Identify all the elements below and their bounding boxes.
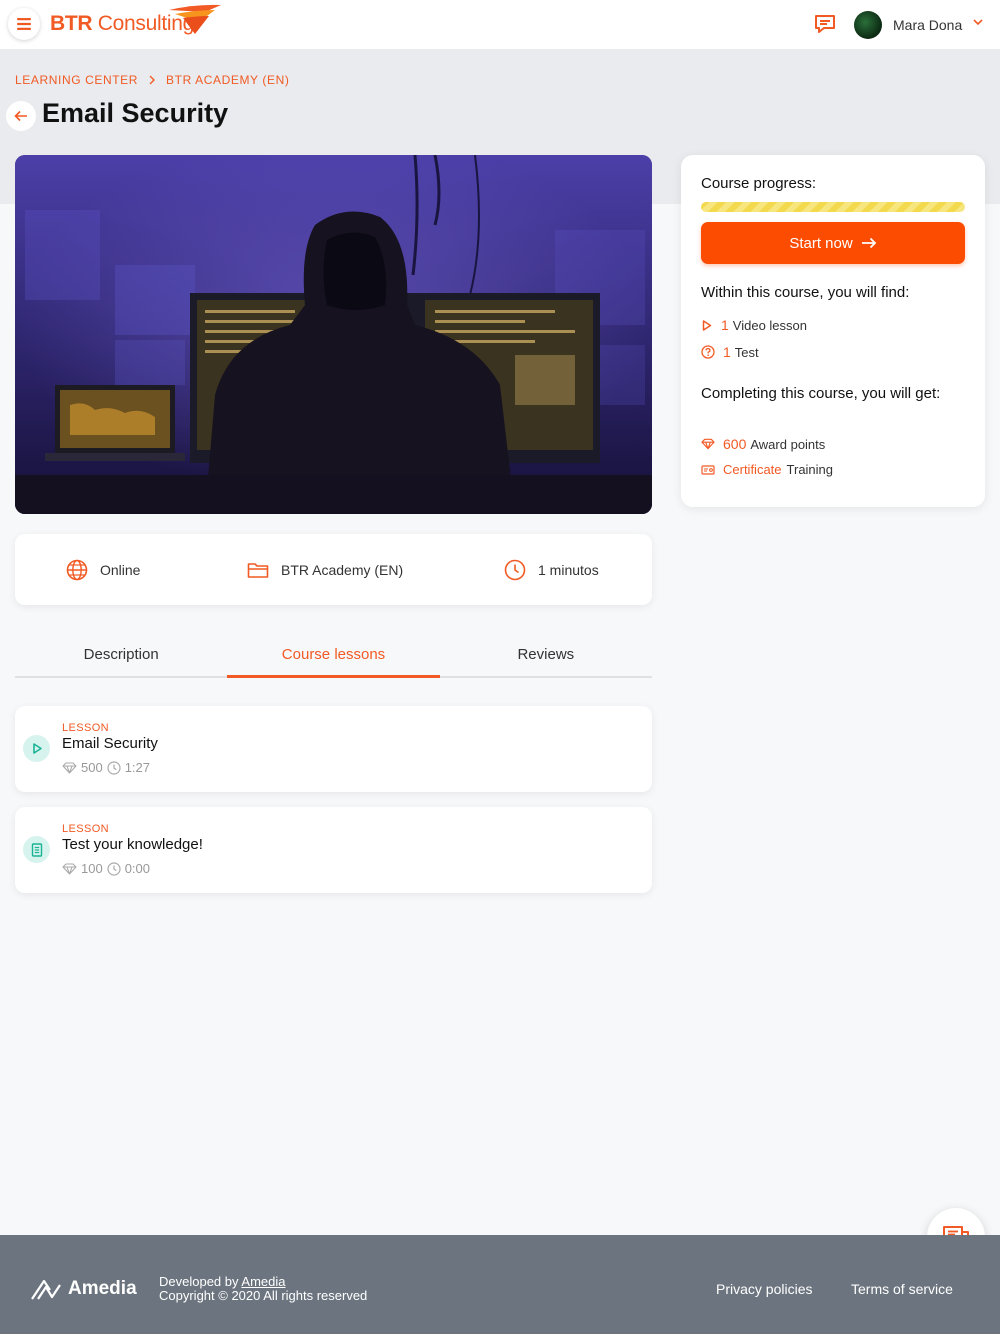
btr-logo[interactable]: BTR Consulting xyxy=(50,4,221,44)
chevron-right-icon xyxy=(149,75,156,85)
lesson-tag: LESSON xyxy=(62,823,110,835)
test-label: Test xyxy=(734,344,759,360)
meta-academy-text: BTR Academy (EN) xyxy=(281,561,404,578)
folder-icon xyxy=(247,562,269,578)
lesson-item[interactable]: LESSON Email Security 500 1:27 xyxy=(15,706,652,792)
amedia-brand: Amedia xyxy=(68,1278,137,1299)
back-button[interactable] xyxy=(6,101,36,131)
progress-bar xyxy=(701,202,965,212)
lesson-title: Email Security xyxy=(62,735,158,752)
lesson-points: 100 xyxy=(81,861,103,876)
document-icon xyxy=(23,836,50,863)
arrow-left-icon xyxy=(14,110,27,122)
play-icon xyxy=(23,735,50,762)
course-progress-card: Course progress: Start now Within this c… xyxy=(681,155,985,507)
start-now-label: Start now xyxy=(789,234,853,252)
arrow-right-icon xyxy=(861,237,876,249)
feature-certificate: Certificate Training xyxy=(701,462,833,477)
menu-button[interactable] xyxy=(8,8,40,40)
privacy-link[interactable]: Privacy policies xyxy=(716,1281,812,1297)
amedia-logo[interactable]: Amedia xyxy=(30,1277,137,1301)
course-tabs: Description Course lessons Reviews xyxy=(15,636,652,678)
lesson-time: 1:27 xyxy=(124,760,151,775)
start-now-button[interactable]: Start now xyxy=(701,222,965,264)
copyright-text: Copyright © 2020 All rights reserved xyxy=(159,1288,368,1303)
logo-bold: BTR xyxy=(50,12,93,35)
lesson-item[interactable]: LESSON Test your knowledge! 100 0:00 xyxy=(15,807,652,893)
meta-duration: 1 minutos xyxy=(504,534,599,605)
meta-mode: Online xyxy=(66,534,140,605)
clock-icon xyxy=(504,559,526,580)
completing-label: Completing this course, you will get: xyxy=(701,385,941,402)
chevron-down-icon[interactable] xyxy=(972,17,984,27)
diamond-icon xyxy=(62,862,77,875)
developer-credit: Developed by Amedia Copyright © 2020 All… xyxy=(159,1275,367,1303)
award-points-label: Award points xyxy=(750,436,826,452)
course-cover-image xyxy=(15,155,652,514)
tab-reviews[interactable]: Reviews xyxy=(440,636,652,676)
clock-icon xyxy=(107,861,121,876)
breadcrumb-learning-center[interactable]: LEARNING CENTER xyxy=(15,73,138,87)
footer: Amedia Developed by Amedia Copyright © 2… xyxy=(0,1235,1000,1334)
lesson-points: 500 xyxy=(81,760,103,775)
within-label: Within this course, you will find: xyxy=(701,284,910,301)
lesson-stats: 500 1:27 xyxy=(62,760,150,775)
developed-by-text: Developed by xyxy=(159,1274,242,1289)
meta-academy: BTR Academy (EN) xyxy=(247,534,403,605)
feature-video: 1 Video lesson xyxy=(701,317,807,333)
breadcrumb-academy[interactable]: BTR ACADEMY (EN) xyxy=(166,73,289,87)
clock-icon xyxy=(107,760,121,775)
lesson-title: Test your knowledge! xyxy=(62,836,203,853)
avatar[interactable] xyxy=(854,11,882,39)
chat-icon[interactable] xyxy=(814,13,836,35)
hamburger-icon xyxy=(17,18,31,30)
tab-course-lessons[interactable]: Course lessons xyxy=(227,636,440,678)
question-circle-icon xyxy=(701,345,715,359)
diamond-icon xyxy=(62,761,77,774)
certificate-label: Training xyxy=(786,462,834,477)
lesson-time: 0:00 xyxy=(124,861,151,876)
progress-label: Course progress: xyxy=(701,175,817,192)
lesson-stats: 100 0:00 xyxy=(62,861,150,876)
play-icon xyxy=(702,319,712,331)
meta-duration-text: 1 minutos xyxy=(538,561,599,578)
meta-mode-text: Online xyxy=(100,561,141,578)
user-name[interactable]: Mara Dona xyxy=(893,17,962,33)
diamond-icon xyxy=(701,438,715,450)
award-points-value: 600 xyxy=(723,436,747,452)
logo-wing-icon xyxy=(169,4,221,34)
test-count: 1 xyxy=(723,344,731,360)
developer-link[interactable]: Amedia xyxy=(241,1274,285,1289)
feature-test: 1 Test xyxy=(701,344,759,360)
certificate-word: Certificate xyxy=(723,462,782,477)
terms-link[interactable]: Terms of service xyxy=(851,1281,953,1297)
video-count: 1 xyxy=(721,317,729,333)
amedia-logo-icon xyxy=(31,1279,61,1300)
lesson-tag: LESSON xyxy=(62,722,110,734)
top-header: BTR Consulting Mara Dona xyxy=(0,0,1000,49)
tab-description[interactable]: Description xyxy=(15,636,227,676)
course-meta-card: Online BTR Academy (EN) 1 minutos xyxy=(15,534,652,605)
feature-award-points: 600 Award points xyxy=(701,436,825,452)
breadcrumb: LEARNING CENTER BTR ACADEMY (EN) xyxy=(15,73,289,87)
video-label: Video lesson xyxy=(732,317,808,333)
globe-icon xyxy=(66,559,88,580)
page-title: Email Security xyxy=(42,98,229,128)
certificate-icon xyxy=(701,464,715,475)
